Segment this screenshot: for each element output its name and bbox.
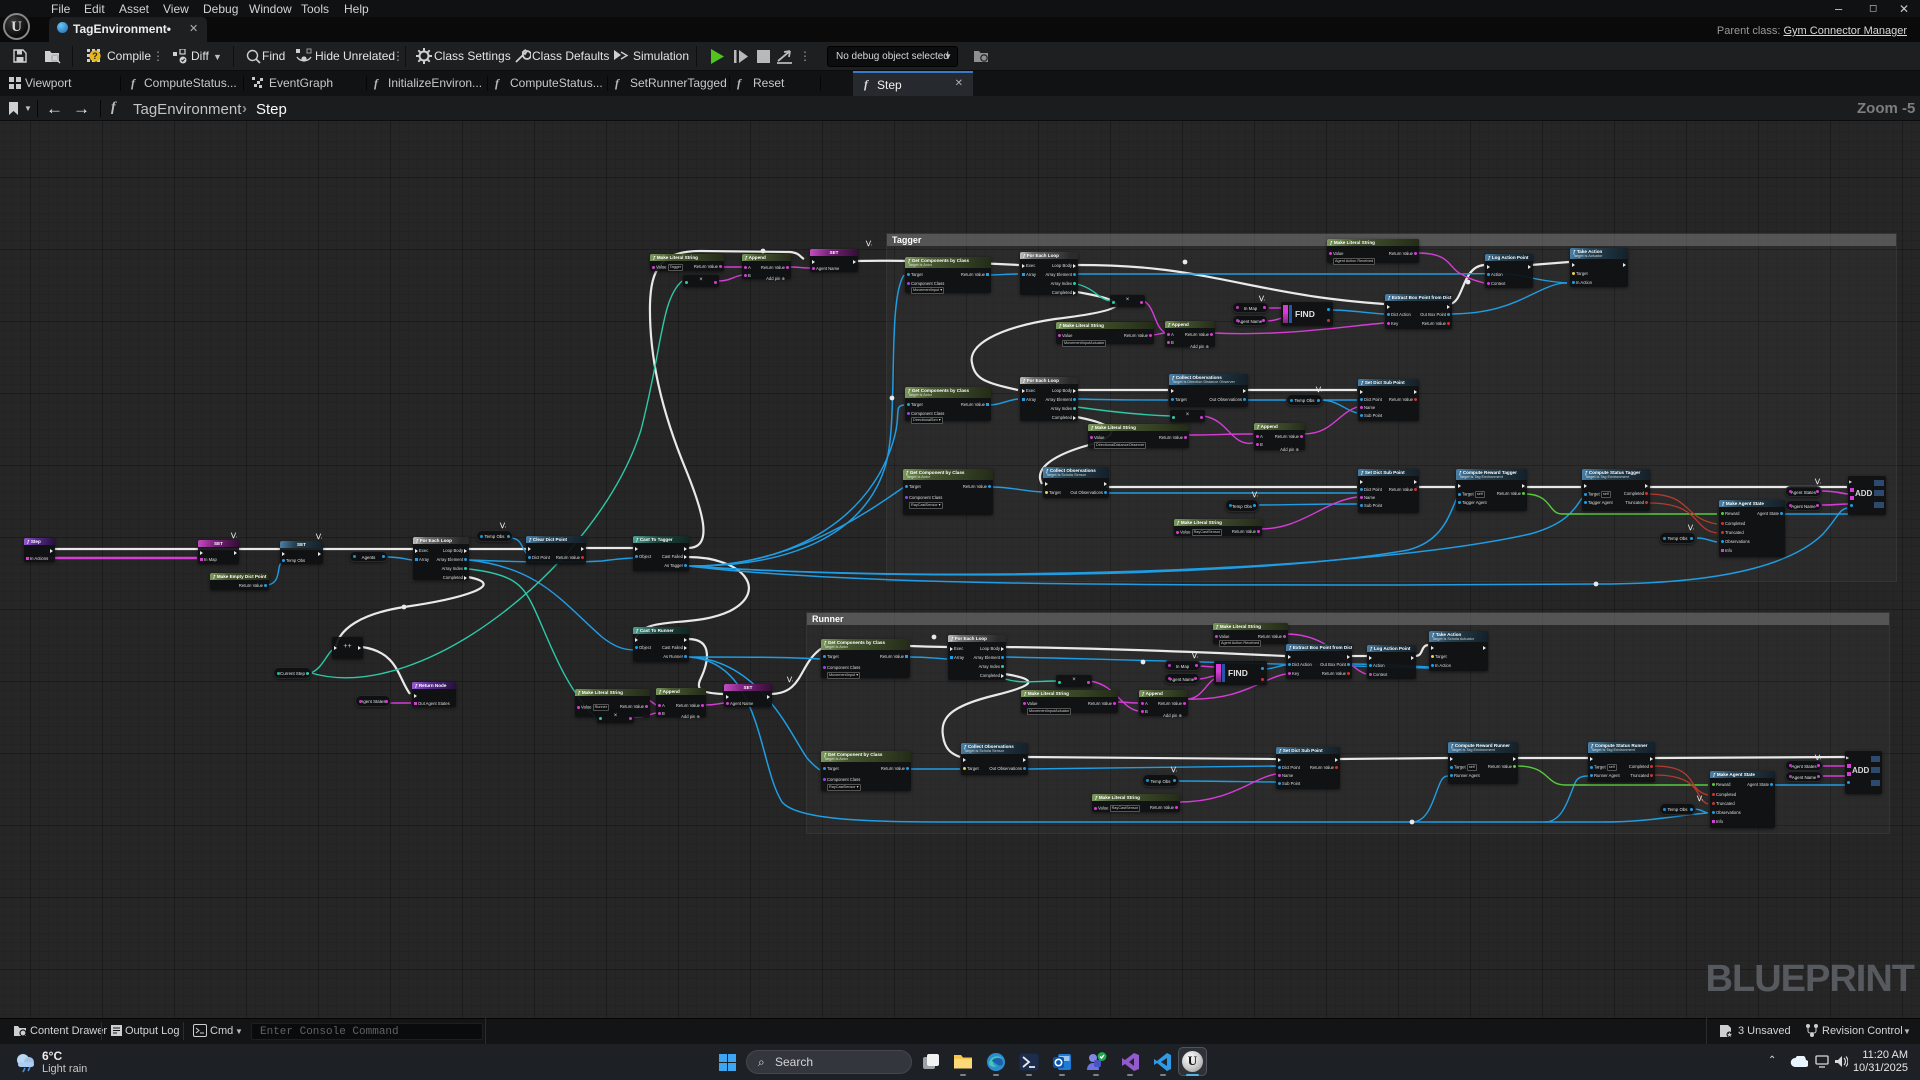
svg-text:★: ★	[1726, 1031, 1732, 1038]
svg-text:?: ?	[92, 51, 98, 61]
